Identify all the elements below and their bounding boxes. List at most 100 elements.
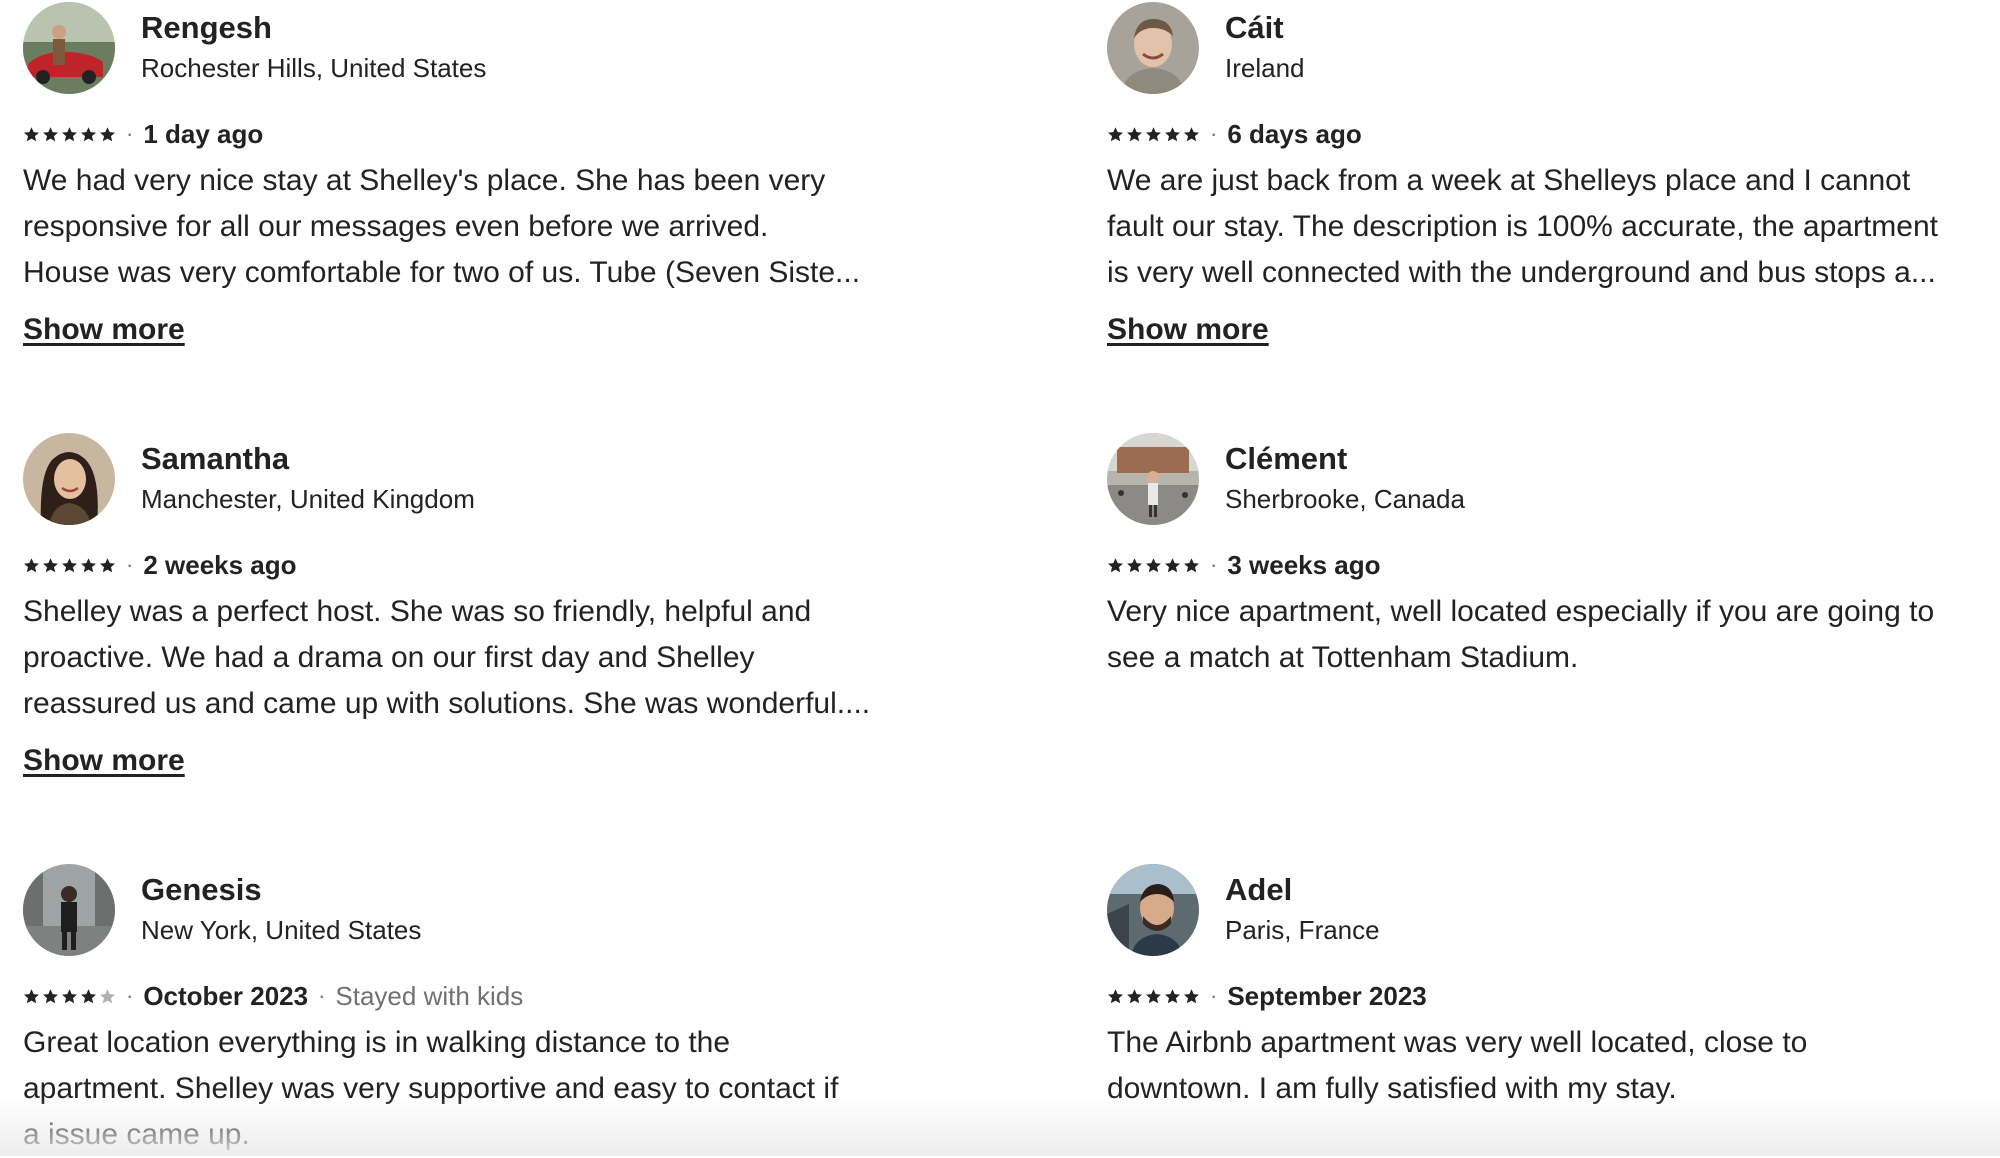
- star-icon: [1146, 557, 1161, 572]
- star-rating: [1107, 126, 1200, 143]
- review-card: Samantha Manchester, United Kingdom · 2 …: [23, 431, 923, 777]
- review-text-line: reassured us and came up with solutions.…: [23, 687, 871, 720]
- review-text-line: is very well connected with the undergro…: [1107, 256, 1936, 289]
- star-icon: [43, 557, 58, 572]
- review-text-line: apartment. Shelley was very supportive a…: [23, 1072, 839, 1105]
- reviewer-avatar[interactable]: [23, 864, 115, 956]
- review-date: September 2023: [1227, 980, 1427, 1011]
- reviewer-location: New York, United States: [141, 915, 422, 945]
- reviewer-name: Genesis: [141, 872, 262, 907]
- meta-separator: ·: [318, 983, 326, 1008]
- review-text: Very nice apartment, well located especi…: [1107, 589, 2000, 681]
- review-header: Genesis New York, United States: [23, 862, 923, 957]
- star-icon: [1108, 126, 1123, 141]
- review-text-line: House was very comfortable for two of us…: [23, 256, 861, 289]
- star-icon: [100, 126, 115, 141]
- star-icon: [62, 557, 77, 572]
- star-icon: [1127, 126, 1142, 141]
- star-icon: [1184, 557, 1199, 572]
- reviewer-location: Manchester, United Kingdom: [141, 484, 475, 514]
- review-header: Rengesh Rochester Hills, United States: [23, 0, 923, 95]
- review-text: We are just back from a week at Shelleys…: [1107, 158, 2000, 296]
- star-icon: [81, 988, 96, 1003]
- reviewer-name: Rengesh: [141, 10, 272, 45]
- review-meta: · 3 weeks ago: [1107, 550, 1381, 580]
- review-date: 6 days ago: [1227, 118, 1362, 149]
- star-icon: [43, 126, 58, 141]
- star-icon: [1108, 557, 1123, 572]
- review-text-line: Shelley was a perfect host. She was so f…: [23, 595, 812, 628]
- star-icon: [43, 988, 58, 1003]
- review-text-line: a issue came up.: [23, 1118, 250, 1151]
- star-icon: [24, 988, 39, 1003]
- reviewer-location: Paris, France: [1225, 915, 1380, 945]
- star-icon: [1127, 557, 1142, 572]
- review-date: 3 weeks ago: [1227, 549, 1381, 580]
- star-icon: [24, 557, 39, 572]
- review-card: Genesis New York, United States · Octobe…: [23, 862, 923, 1151]
- meta-separator: ·: [1210, 552, 1218, 577]
- star-icon: [62, 126, 77, 141]
- review-text: Great location everything is in walking …: [23, 1020, 923, 1158]
- review-text-line: proactive. We had a drama on our first d…: [23, 641, 755, 674]
- review-header: Clément Sherbrooke, Canada: [1107, 431, 2000, 526]
- review-text-line: The Airbnb apartment was very well locat…: [1107, 1026, 1808, 1059]
- reviewer-avatar[interactable]: [23, 433, 115, 525]
- trip-type: Stayed with kids: [335, 980, 524, 1011]
- review-meta: · October 2023 · Stayed with kids: [23, 981, 523, 1011]
- reviewer-avatar[interactable]: [23, 2, 115, 94]
- reviewer-location: Rochester Hills, United States: [141, 53, 487, 83]
- reviewer-name: Cáit: [1225, 10, 1284, 45]
- meta-separator: ·: [126, 983, 134, 1008]
- review-text: We had very nice stay at Shelley's place…: [23, 158, 923, 296]
- review-card: Cáit Ireland · 6 days ago We are just ba…: [1107, 0, 2000, 346]
- reviewer-name: Clément: [1225, 441, 1348, 476]
- star-icon: [1108, 988, 1123, 1003]
- review-text-line: downtown. I am fully satisfied with my s…: [1107, 1072, 1677, 1105]
- show-more-link[interactable]: Show more: [23, 744, 185, 778]
- meta-separator: ·: [1210, 121, 1218, 146]
- review-text-line: We had very nice stay at Shelley's place…: [23, 164, 826, 197]
- review-header: Samantha Manchester, United Kingdom: [23, 431, 923, 526]
- review-card: Clément Sherbrooke, Canada · 3 weeks ago…: [1107, 431, 2000, 674]
- review-header: Adel Paris, France: [1107, 862, 2000, 957]
- star-icon: [1165, 126, 1180, 141]
- review-text-line: see a match at Tottenham Stadium.: [1107, 641, 1579, 674]
- star-icon: [1165, 988, 1180, 1003]
- reviewer-location: Sherbrooke, Canada: [1225, 484, 1465, 514]
- reviewer-avatar[interactable]: [1107, 2, 1199, 94]
- star-icon: [24, 126, 39, 141]
- review-meta: · 1 day ago: [23, 119, 263, 149]
- review-text: Shelley was a perfect host. She was so f…: [23, 589, 923, 727]
- meta-separator: ·: [126, 121, 134, 146]
- review-date: October 2023: [143, 980, 309, 1011]
- review-text-line: responsive for all our messages even bef…: [23, 210, 769, 243]
- review-meta: · September 2023: [1107, 981, 1427, 1011]
- review-date: 1 day ago: [143, 118, 264, 149]
- reviewer-name: Adel: [1225, 872, 1293, 907]
- reviewer-avatar[interactable]: [1107, 864, 1199, 956]
- review-meta: · 6 days ago: [1107, 119, 1362, 149]
- show-more-link[interactable]: Show more: [23, 313, 185, 347]
- review-card: Adel Paris, France · September 2023 The …: [1107, 862, 2000, 1105]
- show-more-link[interactable]: Show more: [1107, 313, 1269, 347]
- meta-separator: ·: [1210, 983, 1218, 1008]
- star-rating: [1107, 557, 1200, 574]
- review-meta: · 2 weeks ago: [23, 550, 297, 580]
- star-rating: [1107, 988, 1200, 1005]
- review-text-line: We are just back from a week at Shelleys…: [1107, 164, 1911, 197]
- reviewer-avatar[interactable]: [1107, 433, 1199, 525]
- star-icon: [1165, 557, 1180, 572]
- review-header: Cáit Ireland: [1107, 0, 2000, 95]
- star-icon: [81, 557, 96, 572]
- review-text-line: fault our stay. The description is 100% …: [1107, 210, 1939, 243]
- review-text-line: Very nice apartment, well located especi…: [1107, 595, 1935, 628]
- reviewer-name: Samantha: [141, 441, 290, 476]
- star-icon: [1146, 988, 1161, 1003]
- star-icon: [1184, 126, 1199, 141]
- star-icon: [1146, 126, 1161, 141]
- review-text-line: Great location everything is in walking …: [23, 1026, 731, 1059]
- star-icon: [1184, 988, 1199, 1003]
- reviews-grid: Rengesh Rochester Hills, United States ·…: [0, 0, 2000, 1156]
- meta-separator: ·: [126, 552, 134, 577]
